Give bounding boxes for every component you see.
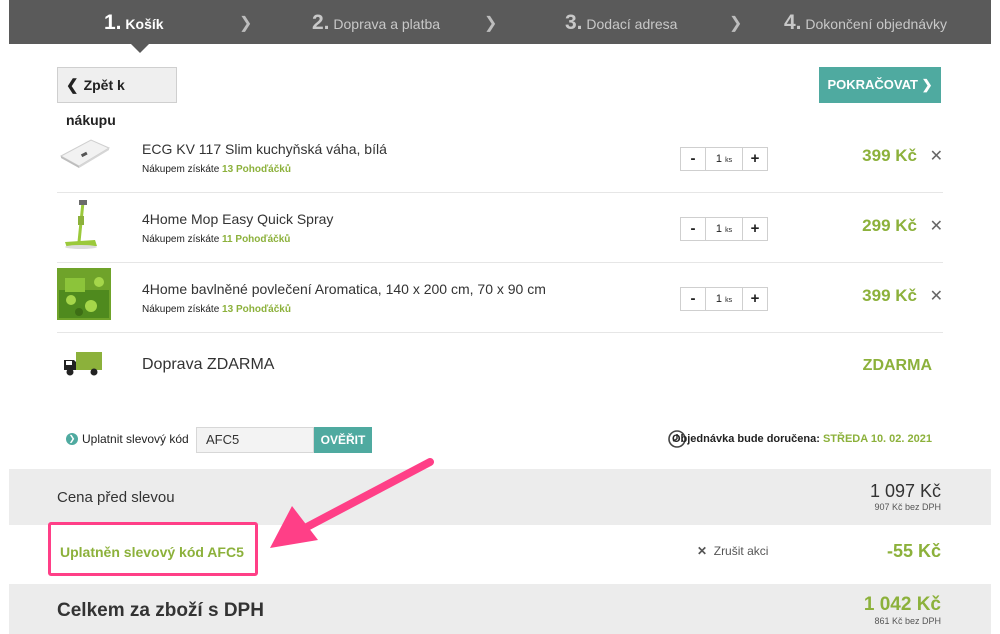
close-icon[interactable]: ✕ bbox=[930, 146, 943, 166]
coupon-input[interactable]: AFC5 bbox=[196, 427, 314, 453]
decrease-button[interactable]: - bbox=[681, 148, 706, 170]
product-image-mop[interactable] bbox=[57, 198, 111, 250]
back-to-shop-button[interactable]: ❮ Zpět k nákupu bbox=[57, 67, 177, 128]
increase-button[interactable]: + bbox=[742, 218, 767, 240]
step-shipping[interactable]: 2. Doprava a platba bbox=[312, 0, 440, 44]
increase-button[interactable]: + bbox=[742, 288, 767, 310]
checkout-steps: 1. Košík ❯ 2. Doprava a platba ❯ 3. Doda… bbox=[9, 0, 991, 44]
continue-button[interactable]: POKRAČOVAT ❯ bbox=[819, 67, 941, 103]
subtotal-value: 1 097 Kč 907 Kč bez DPH bbox=[869, 481, 941, 512]
cart-page: 1. Košík ❯ 2. Doprava a platba ❯ 3. Doda… bbox=[0, 0, 1000, 634]
quantity-value[interactable]: 1 ks bbox=[705, 288, 743, 312]
quantity-stepper: - 1 ks + bbox=[680, 217, 768, 241]
close-icon[interactable]: ✕ bbox=[930, 216, 943, 236]
product-image-bedding[interactable] bbox=[57, 268, 111, 320]
quantity-value[interactable]: 1 ks bbox=[705, 218, 743, 242]
coupon-label[interactable]: Uplatnit slevový kód bbox=[82, 432, 189, 446]
shipping-price: ZDARMA bbox=[862, 357, 932, 374]
chevron-right-icon: ❯ bbox=[239, 15, 253, 32]
item-price: 399 Kč bbox=[862, 286, 917, 305]
total-value: 1 042 Kč 861 Kč bez DPH bbox=[863, 594, 941, 626]
truck-icon bbox=[64, 352, 102, 376]
verify-coupon-button[interactable]: OVĚŘIT bbox=[314, 427, 372, 453]
cart-item: ECG KV 117 Slim kuchyňská váha, bílá Nák… bbox=[57, 122, 943, 193]
applied-coupon-label: Uplatněn slevový kód AFC5 bbox=[60, 544, 244, 560]
cart-item: 4Home Mop Easy Quick Spray Nákupem získá… bbox=[57, 192, 943, 263]
chevron-right-icon: ❯ bbox=[484, 15, 498, 32]
close-icon[interactable]: ✕ bbox=[930, 286, 943, 306]
chevron-right-circle-icon: ❯ bbox=[66, 433, 78, 445]
cart-content: 1. Košík ❯ 2. Doprava a platba ❯ 3. Doda… bbox=[9, 0, 991, 634]
active-step-pointer bbox=[131, 44, 149, 53]
step-finish[interactable]: 4. Dokončení objednávky bbox=[784, 0, 947, 44]
delivery-info: Objednávka bude doručena: STŘEDA 10. 02.… bbox=[671, 433, 932, 445]
loyalty-points: Nákupem získáte 11 Pohoďáčků bbox=[142, 234, 291, 245]
discount-value: -55 Kč bbox=[886, 541, 941, 561]
cart-item: 4Home bavlněné povlečení Aromatica, 140 … bbox=[57, 262, 943, 333]
chevron-left-icon: ❮ bbox=[66, 77, 79, 94]
product-name[interactable]: 4Home Mop Easy Quick Spray bbox=[142, 211, 333, 227]
decrease-button[interactable]: - bbox=[681, 218, 706, 240]
cancel-discount-link[interactable]: ✕ Zrušit akci bbox=[697, 544, 768, 558]
item-price: 299 Kč bbox=[862, 216, 917, 235]
step-address[interactable]: 3. Dodací adresa bbox=[565, 0, 677, 44]
step-cart[interactable]: 1. Košík bbox=[104, 0, 164, 44]
subtotal-row: Cena před slevou 1 097 Kč 907 Kč bez DPH bbox=[9, 469, 991, 525]
loyalty-points: Nákupem získáte 13 Pohoďáčků bbox=[142, 164, 291, 175]
quantity-value[interactable]: 1 ks bbox=[705, 148, 743, 172]
product-name[interactable]: 4Home bavlněné povlečení Aromatica, 140 … bbox=[142, 281, 546, 297]
decrease-button[interactable]: - bbox=[681, 288, 706, 310]
quantity-stepper: - 1 ks + bbox=[680, 147, 768, 171]
increase-button[interactable]: + bbox=[742, 148, 767, 170]
product-name[interactable]: ECG KV 117 Slim kuchyňská váha, bílá bbox=[142, 141, 387, 157]
quantity-stepper: - 1 ks + bbox=[680, 287, 768, 311]
product-image-scale[interactable] bbox=[57, 128, 111, 180]
close-icon: ✕ bbox=[697, 544, 708, 558]
total-label: Celkem za zboží s DPH bbox=[57, 600, 264, 621]
loyalty-points: Nákupem získáte 13 Pohoďáčků bbox=[142, 304, 291, 315]
shipping-name: Doprava ZDARMA bbox=[142, 356, 275, 373]
chevron-right-icon: ❯ bbox=[729, 15, 743, 32]
item-price: 399 Kč bbox=[862, 146, 917, 165]
subtotal-label: Cena před slevou bbox=[57, 489, 175, 506]
chevron-right-icon: ❯ bbox=[921, 77, 933, 92]
